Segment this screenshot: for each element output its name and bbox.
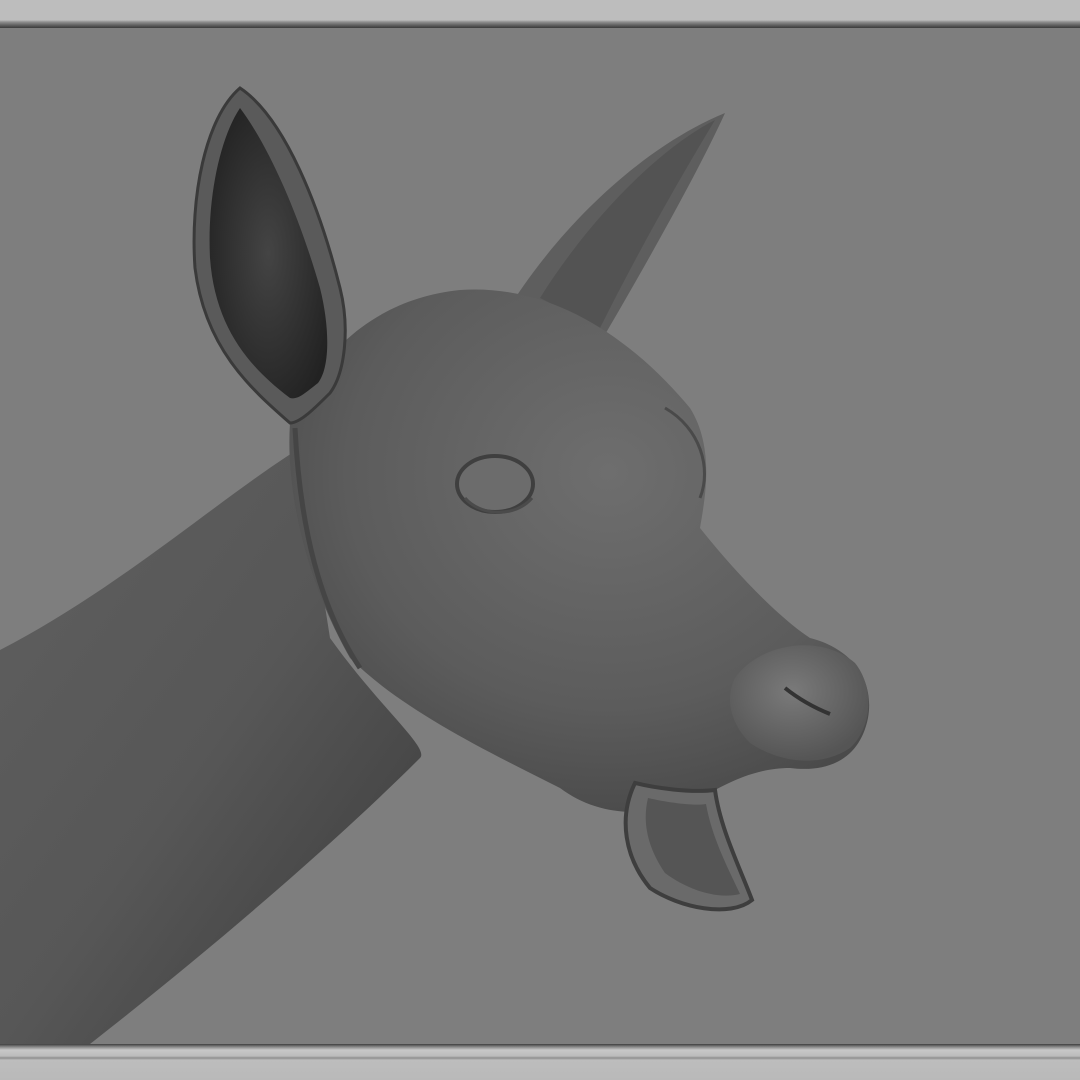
deer-head-mesh[interactable] [0, 28, 1080, 1044]
eye-mesh [455, 454, 535, 514]
3d-viewport[interactable] [0, 28, 1080, 1044]
viewport-top-bar [0, 0, 1080, 28]
muzzle-mesh [730, 645, 869, 761]
viewport-bottom-bar [0, 1044, 1080, 1080]
